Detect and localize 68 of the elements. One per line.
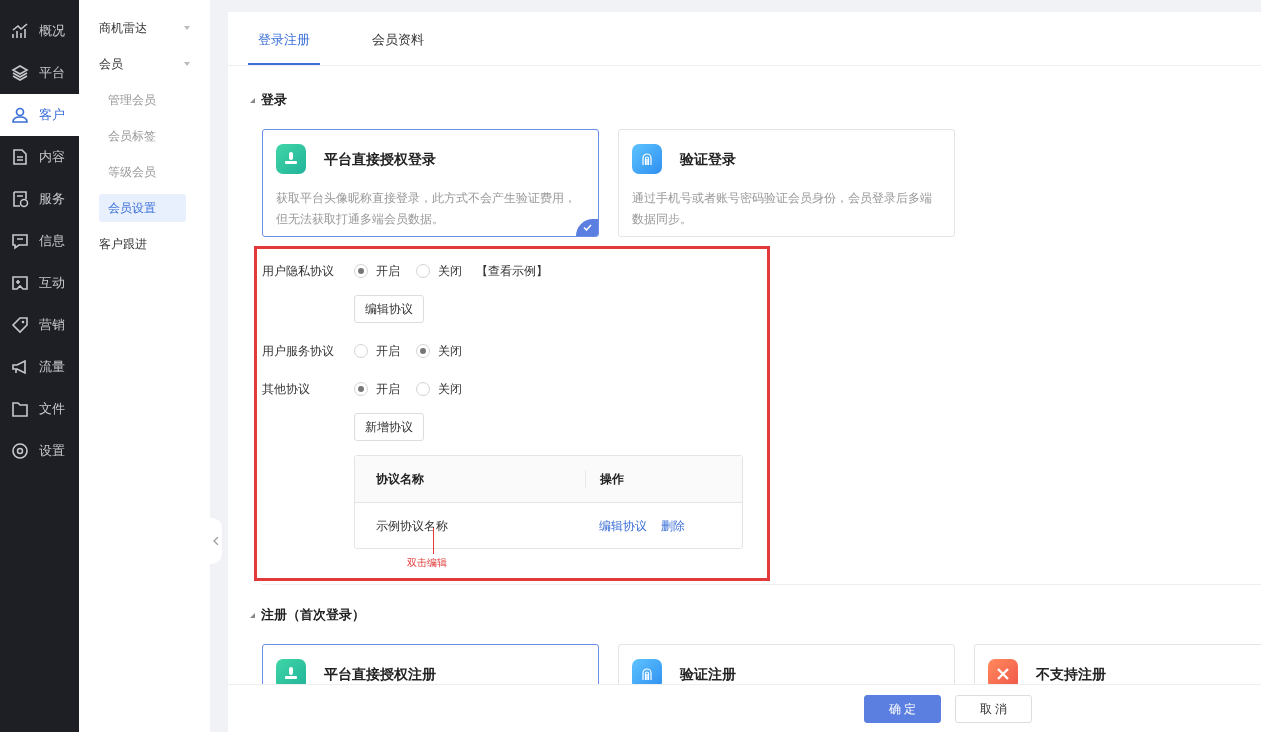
document-icon — [11, 148, 29, 166]
tab[interactable]: 会员资料 — [362, 29, 434, 65]
submenu-item[interactable]: 会员设置 — [99, 194, 186, 222]
agreement-button[interactable]: 新增协议 — [354, 413, 424, 441]
radio-option[interactable]: 关闭 — [416, 262, 462, 280]
radio-option[interactable]: 开启 — [354, 262, 400, 280]
option-card[interactable]: 平台直接授权登录 获取平台头像昵称直接登录，此方式不会产生验证费用，但无法获取打通多端会员数据。 — [262, 129, 599, 237]
option-description: 通过手机号或者账号密码验证会员身份，会员登录后多端数据同步。 — [632, 190, 933, 228]
radio-option[interactable]: 关闭 — [416, 380, 462, 398]
nav-item[interactable]: 营销 — [0, 304, 79, 346]
option-title: 平台直接授权登录 — [324, 149, 436, 169]
layers-icon — [11, 64, 29, 82]
radio-option[interactable]: 开启 — [354, 342, 400, 360]
action-link[interactable]: 删除 — [661, 516, 685, 535]
option-card[interactable]: 验证登录 通过手机号或者账号密码验证会员身份，会员登录后多端数据同步。 — [618, 129, 955, 237]
submenu-item[interactable]: 商机雷达 — [99, 10, 190, 46]
option-title: 不支持注册 — [1036, 664, 1106, 684]
field-label: 用户隐私协议 — [262, 263, 335, 280]
column-header: 协议名称 — [375, 471, 425, 488]
folder-icon — [11, 400, 29, 418]
message-icon — [11, 232, 29, 250]
option-title: 平台直接授权注册 — [324, 664, 436, 684]
tab[interactable]: 登录注册 — [248, 29, 320, 65]
section-title: 登录 — [261, 91, 287, 110]
gear-icon — [11, 442, 29, 460]
nav-item[interactable]: 内容 — [0, 136, 79, 178]
submenu-item[interactable]: 会员 — [99, 46, 190, 82]
nav-item[interactable]: 服务 — [0, 178, 79, 220]
action-link[interactable]: 编辑协议 — [599, 516, 647, 535]
clock-document-icon — [11, 190, 29, 208]
radio-option[interactable]: 关闭 — [416, 342, 462, 360]
column-header: 操作 — [585, 470, 742, 488]
stamp-icon — [276, 144, 306, 174]
checkmark-icon — [576, 219, 598, 236]
section-title: 注册（首次登录） — [261, 606, 365, 625]
caret-icon — [250, 612, 255, 618]
caret-icon — [184, 62, 190, 66]
chevron-left-icon — [213, 537, 219, 545]
nav-item[interactable]: 流量 — [0, 346, 79, 388]
option-title: 验证注册 — [680, 664, 736, 684]
nav-item[interactable]: 文件 — [0, 388, 79, 430]
nav-item[interactable]: 信息 — [0, 220, 79, 262]
collapse-handle[interactable] — [210, 518, 222, 564]
caret-icon — [184, 26, 190, 30]
nav-item[interactable]: 平台 — [0, 52, 79, 94]
fingerprint-icon — [632, 144, 662, 174]
gamepad-icon — [11, 274, 29, 292]
example-link[interactable]: 【查看示例】 — [476, 262, 548, 280]
chart-icon — [11, 22, 29, 40]
option-title: 验证登录 — [680, 149, 736, 169]
leader-line — [433, 527, 434, 554]
confirm-button[interactable]: 确 定 — [864, 694, 941, 723]
agreement-button[interactable]: 编辑协议 — [354, 295, 424, 323]
field-label: 其他协议 — [262, 381, 311, 398]
submenu-item[interactable]: 客户跟进 — [99, 226, 190, 262]
megaphone-icon — [11, 358, 29, 376]
option-description: 获取平台头像昵称直接登录，此方式不会产生验证费用，但无法获取打通多端会员数据。 — [276, 190, 577, 228]
nav-item[interactable]: 设置 — [0, 430, 79, 472]
cancel-button[interactable]: 取 消 — [955, 694, 1032, 723]
radio-option[interactable]: 开启 — [354, 380, 400, 398]
user-icon — [11, 106, 29, 124]
tag-icon — [11, 316, 29, 334]
nav-item[interactable]: 客户 — [0, 94, 79, 136]
annotation-text: 双击编辑 — [407, 555, 447, 570]
field-label: 用户服务协议 — [262, 343, 335, 360]
nav-item[interactable]: 概况 — [0, 10, 79, 52]
nav-item[interactable]: 互动 — [0, 262, 79, 304]
caret-icon — [250, 97, 255, 103]
